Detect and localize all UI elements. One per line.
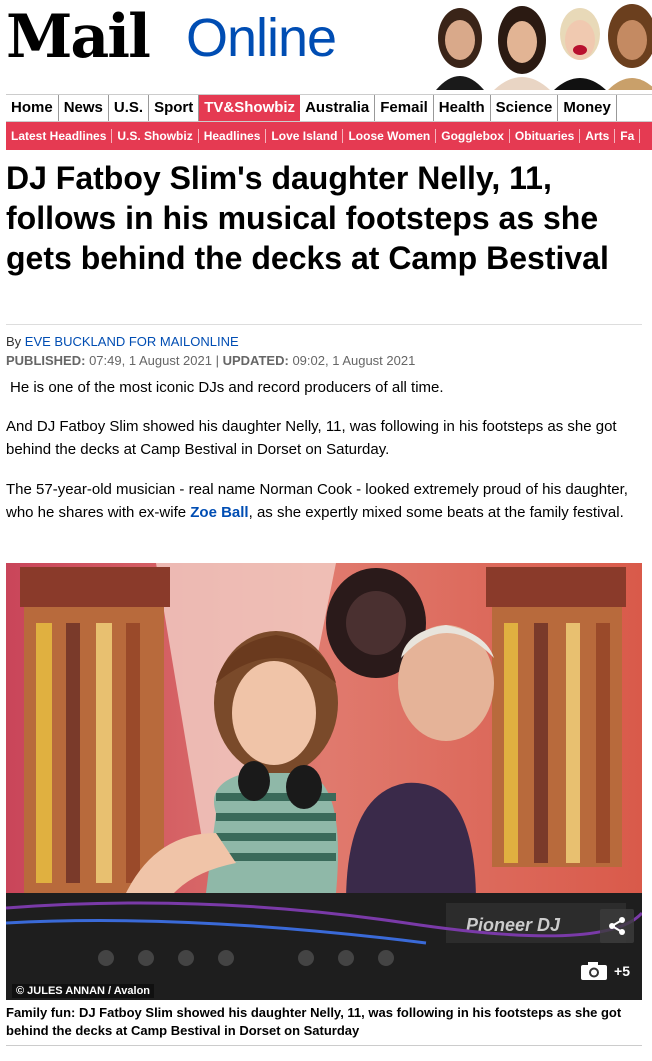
article-dates: PUBLISHED: 07:49, 1 August 2021 | UPDATE… (6, 353, 415, 368)
subnav-item-arts[interactable]: Arts (580, 129, 616, 143)
updated-label: UPDATED: (222, 353, 289, 368)
nav-item-health[interactable]: Health (434, 95, 491, 121)
subnav-item-loose-women[interactable]: Loose Women (343, 129, 437, 143)
gallery-button[interactable]: +5 (580, 959, 630, 983)
online-logo[interactable]: Online (186, 10, 337, 66)
nav-item-australia[interactable]: Australia (300, 95, 376, 121)
nav-item-sport[interactable]: Sport (149, 95, 200, 121)
author-link[interactable]: EVE BUCKLAND FOR MAILONLINE (25, 334, 239, 349)
zoe-ball-link[interactable]: Zoe Ball (190, 504, 248, 521)
celebrity-banner[interactable] (432, 0, 652, 90)
article-paragraph-2: And DJ Fatboy Slim showed his daughter N… (6, 418, 617, 458)
paragraph-3-text-b: , as she expertly mixed some beats at th… (248, 504, 624, 521)
headline-divider (6, 324, 642, 325)
subnav-item-love-island[interactable]: Love Island (266, 129, 344, 143)
nav-item-news[interactable]: News (59, 95, 109, 121)
camera-icon (581, 962, 608, 980)
masthead: Mail Online (0, 0, 652, 92)
subnav-item-latest-headlines[interactable]: Latest Headlines (6, 129, 113, 143)
photo-illustration: Pioneer DJ (6, 563, 642, 1000)
share-button[interactable] (600, 909, 634, 943)
subnav-item-gogglebox[interactable]: Gogglebox (436, 129, 510, 143)
celebrity-banner-image (432, 0, 652, 90)
caption-divider (6, 1045, 642, 1046)
nav-item-home[interactable]: Home (6, 95, 59, 121)
photo-credit: © JULES ANNAN / Avalon (12, 984, 155, 998)
published-time: 07:49, 1 August 2021 (89, 353, 212, 368)
article-photo[interactable]: Pioneer DJ © JULES ANNAN / Avalon +5 (6, 563, 642, 1000)
nav-item-femail[interactable]: Femail (375, 95, 434, 121)
share-icon (609, 917, 625, 935)
nav-item-us[interactable]: U.S. (109, 95, 150, 121)
nav-item-science[interactable]: Science (491, 95, 559, 121)
article-paragraph-1: He is one of the most iconic DJs and rec… (10, 379, 444, 396)
mail-logo[interactable]: Mail (6, 2, 151, 72)
updated-time: 09:02, 1 August 2021 (292, 353, 416, 368)
article-headline: DJ Fatboy Slim's daughter Nelly, 11, fol… (6, 160, 609, 276)
photo-caption: Family fun: DJ Fatboy Slim showed his da… (6, 1005, 622, 1038)
byline: By EVE BUCKLAND FOR MAILONLINE (6, 334, 239, 349)
article-paragraph-3: The 57-year-old musician - real name Nor… (6, 478, 646, 524)
subnav-item-headlines[interactable]: Headlines (199, 129, 267, 143)
subnav-item-fashion[interactable]: Fa (615, 129, 641, 143)
nav-item-money[interactable]: Money (558, 95, 617, 121)
gallery-count: +5 (614, 963, 630, 979)
date-separator: | (215, 353, 219, 368)
subnav-item-obituaries[interactable]: Obituaries (510, 129, 581, 143)
byline-prefix: By (6, 334, 22, 349)
subnav-item-us-showbiz[interactable]: U.S. Showbiz (112, 129, 199, 143)
nav-item-tv-showbiz[interactable]: TV&Showbiz (199, 95, 301, 121)
published-label: PUBLISHED: (6, 353, 86, 368)
primary-nav: Home News U.S. Sport TV&Showbiz Australi… (6, 94, 652, 122)
secondary-nav: Latest Headlines U.S. Showbiz Headlines … (6, 122, 652, 150)
